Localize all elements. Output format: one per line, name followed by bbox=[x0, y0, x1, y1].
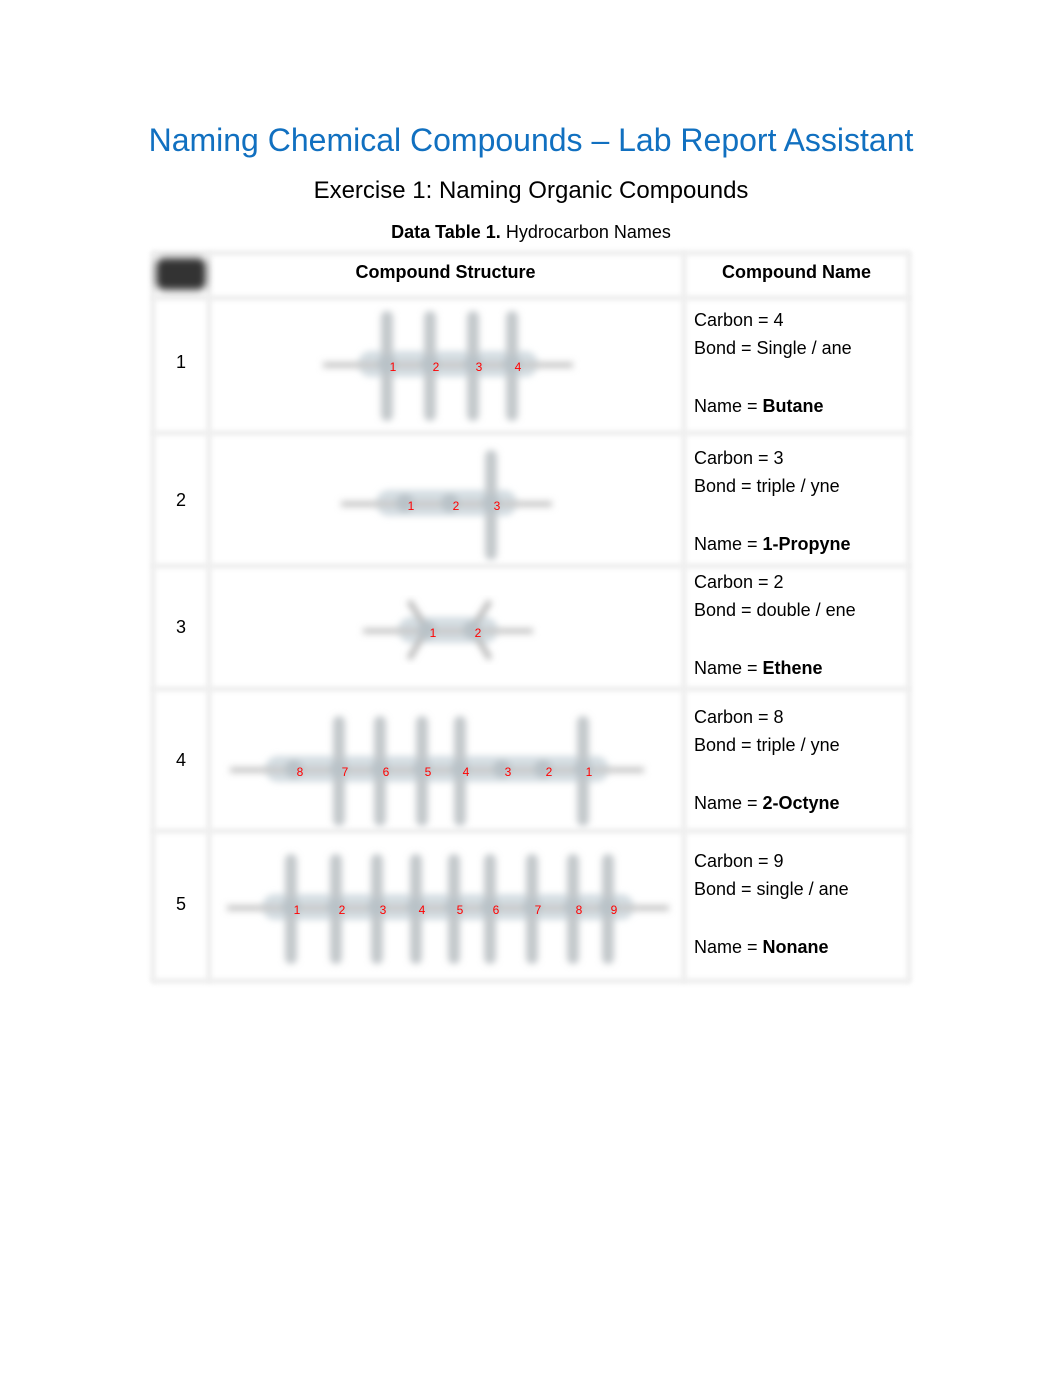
carbon-number-label: 1 bbox=[430, 626, 437, 640]
carbon-number-label: 2 bbox=[433, 360, 440, 374]
carbon-count: Carbon = 9 bbox=[694, 851, 784, 871]
molecule-structures: 1 2 3 4 1 2 3 1 2 8 7 6 5 4 3 2 1 1 2 3 4 5 6 7 8 9 bbox=[227, 311, 669, 964]
carbon-number-label: 3 bbox=[476, 360, 483, 374]
compound-name-cell: Carbon = 8 Bond = triple / yne Name = 2-… bbox=[694, 703, 840, 817]
carbon-number-label: 7 bbox=[342, 765, 349, 779]
compound-name-cell: Carbon = 2 Bond = double / ene Name = Et… bbox=[694, 568, 856, 682]
carbon-number-label: 2 bbox=[453, 499, 460, 513]
carbon-count: Carbon = 8 bbox=[694, 707, 784, 727]
bond-type: Bond = triple / yne bbox=[694, 476, 840, 496]
end-bonds bbox=[363, 628, 533, 634]
carbon-number-label: 2 bbox=[546, 765, 553, 779]
carbon-number-label: 8 bbox=[576, 903, 583, 917]
carbon-number-label: 6 bbox=[493, 903, 500, 917]
end-bonds bbox=[323, 362, 573, 368]
carbon-number-label: 4 bbox=[419, 903, 426, 917]
carbon-count: Carbon = 4 bbox=[694, 310, 784, 330]
carbon-count: Carbon = 2 bbox=[694, 572, 784, 592]
carbon-number-label: 9 bbox=[611, 903, 618, 917]
molecule-1 bbox=[323, 311, 573, 421]
compound-name-value: 1-Propyne bbox=[762, 534, 851, 554]
row-number: 4 bbox=[176, 750, 187, 770]
carbon-number-label: 7 bbox=[535, 903, 542, 917]
compound-name: Name = Ethene bbox=[694, 658, 823, 678]
carbon-number-label: 3 bbox=[494, 499, 501, 513]
molecule-2 bbox=[341, 450, 552, 560]
compound-name: Name = Butane bbox=[694, 396, 824, 416]
carbon-number-label: 3 bbox=[505, 765, 512, 779]
bond-type: Bond = double / ene bbox=[694, 600, 856, 620]
carbon-number-label: 5 bbox=[457, 903, 464, 917]
carbon-number-label: 1 bbox=[390, 360, 397, 374]
compound-name: Name = Nonane bbox=[694, 937, 829, 957]
carbon-number-label: 8 bbox=[297, 765, 304, 779]
carbon-number-label: 2 bbox=[339, 903, 346, 917]
bond-type: Bond = Single / ane bbox=[694, 338, 852, 358]
molecule-3 bbox=[363, 599, 533, 661]
carbon-number-label: 3 bbox=[380, 903, 387, 917]
carbon-number-label: 2 bbox=[475, 626, 482, 640]
carbon-number-label: 1 bbox=[586, 765, 593, 779]
bond-type: Bond = triple / yne bbox=[694, 735, 840, 755]
row-number: 2 bbox=[176, 490, 187, 510]
compound-name-value: Butane bbox=[762, 396, 824, 416]
row-number: 5 bbox=[176, 894, 187, 914]
bond-type: Bond = single / ane bbox=[694, 879, 849, 899]
carbon-number-label: 1 bbox=[294, 903, 301, 917]
compound-name-cell: Carbon = 9 Bond = single / ane Name = No… bbox=[694, 847, 849, 961]
compound-name-cell: Carbon = 3 Bond = triple / yne Name = 1-… bbox=[694, 444, 851, 558]
molecule-4 bbox=[230, 716, 644, 826]
row-number: 1 bbox=[176, 352, 187, 372]
compound-name-value: Ethene bbox=[762, 658, 823, 678]
carbon-number-label: 5 bbox=[425, 765, 432, 779]
carbon-number-label: 1 bbox=[408, 499, 415, 513]
compound-name: Name = 2-Octyne bbox=[694, 793, 840, 813]
compound-name-cell: Carbon = 4 Bond = Single / ane Name = Bu… bbox=[694, 306, 852, 420]
compound-name: Name = 1-Propyne bbox=[694, 534, 851, 554]
compound-name-value: Nonane bbox=[762, 937, 829, 957]
carbon-number-label: 4 bbox=[463, 765, 470, 779]
carbon-count: Carbon = 3 bbox=[694, 448, 784, 468]
carbon-number-label: 6 bbox=[383, 765, 390, 779]
compound-name-value: 2-Octyne bbox=[762, 793, 840, 813]
carbon-number-label: 4 bbox=[515, 360, 522, 374]
row-number: 3 bbox=[176, 617, 187, 637]
